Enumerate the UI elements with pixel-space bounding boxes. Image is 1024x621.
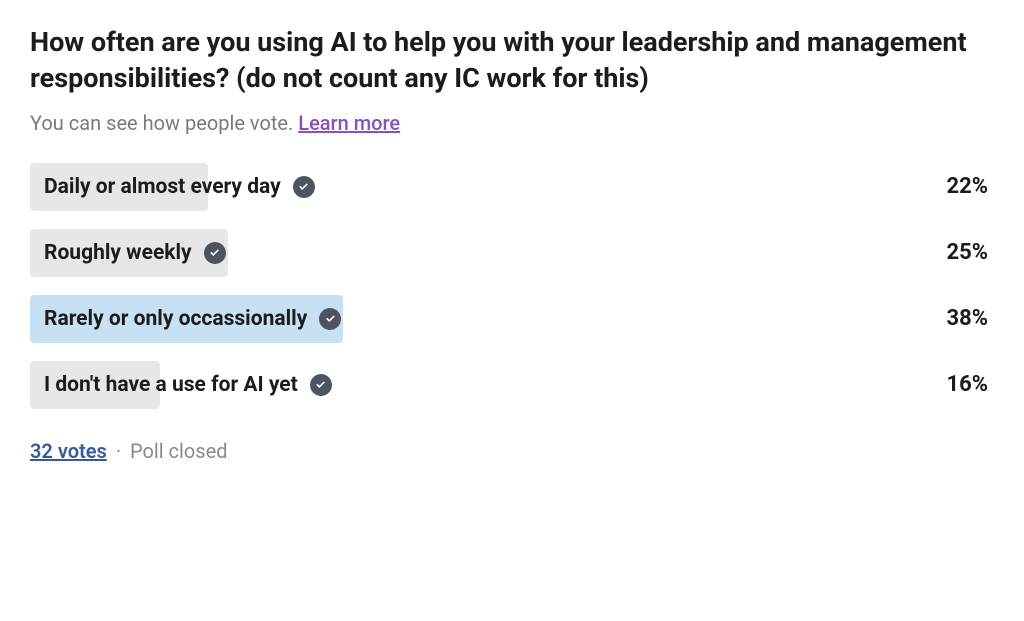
- poll-option-label: Rarely or only occassionally: [44, 307, 307, 331]
- poll-option-left: Roughly weekly: [30, 241, 226, 265]
- poll-option[interactable]: Roughly weekly 25%: [30, 229, 994, 277]
- check-icon: [310, 374, 332, 396]
- poll-option-left: I don't have a use for AI yet: [30, 373, 332, 397]
- poll-option-percent: 22%: [946, 174, 994, 199]
- check-icon: [293, 176, 315, 198]
- poll-option[interactable]: I don't have a use for AI yet 16%: [30, 361, 994, 409]
- poll-option-percent: 38%: [946, 306, 994, 331]
- poll-status: Poll closed: [130, 439, 228, 463]
- poll-option-label: Daily or almost every day: [44, 175, 281, 199]
- poll-option-percent: 16%: [946, 372, 994, 397]
- poll-subtext: You can see how people vote.: [30, 111, 298, 135]
- learn-more-link[interactable]: Learn more: [298, 111, 400, 135]
- poll-question: How often are you using AI to help you w…: [30, 24, 994, 97]
- poll-footer: 32 votes · Poll closed: [30, 439, 994, 463]
- dot-separator: ·: [116, 439, 121, 463]
- poll-options: Daily or almost every day 22% Roughly we…: [30, 163, 994, 409]
- poll-container: How often are you using AI to help you w…: [30, 24, 994, 463]
- check-icon: [319, 308, 341, 330]
- poll-option-left: Rarely or only occassionally: [30, 307, 341, 331]
- poll-option[interactable]: Rarely or only occassionally 38%: [30, 295, 994, 343]
- poll-option-percent: 25%: [946, 240, 994, 265]
- poll-option-label: I don't have a use for AI yet: [44, 373, 298, 397]
- check-icon: [204, 242, 226, 264]
- vote-count-link[interactable]: 32 votes: [30, 439, 107, 463]
- poll-option[interactable]: Daily or almost every day 22%: [30, 163, 994, 211]
- poll-subtext-row: You can see how people vote. Learn more: [30, 111, 994, 135]
- poll-option-left: Daily or almost every day: [30, 175, 315, 199]
- poll-option-label: Roughly weekly: [44, 241, 192, 265]
